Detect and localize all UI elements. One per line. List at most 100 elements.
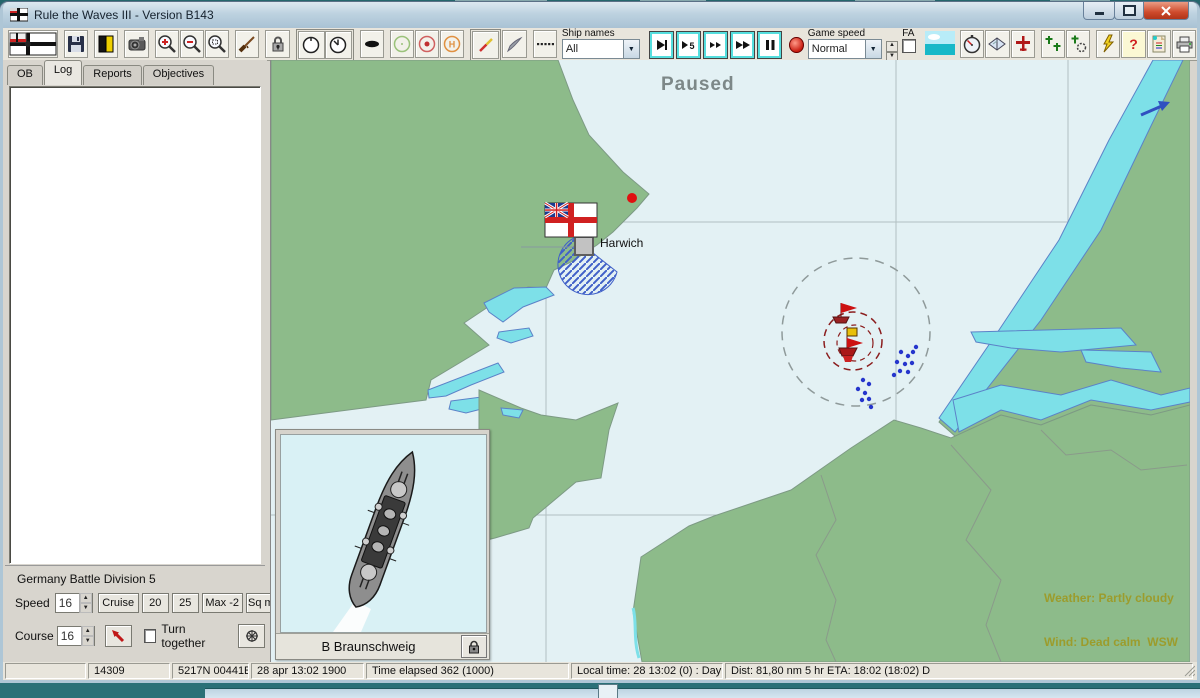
map-book-button[interactable] [985, 30, 1009, 58]
course-arrow-icon [109, 627, 127, 645]
tab-ob[interactable]: OB [7, 65, 43, 85]
background-window-fragment [598, 684, 618, 698]
close-icon [1161, 6, 1171, 16]
ship-inset-view[interactable] [280, 434, 487, 633]
weather-horizon-button[interactable] [925, 31, 955, 60]
red-contact-dot[interactable] [627, 193, 637, 203]
turn-together-label: Turn together [161, 622, 225, 650]
status-cell-date: 28 apr 13:02 1900 [251, 663, 364, 679]
speed-20-button[interactable]: 20 [142, 593, 169, 613]
paused-indicator: Paused [661, 74, 735, 96]
app-window: Rule the Waves III - Version B143 [0, 2, 1200, 683]
plane-gear-button[interactable] [1066, 30, 1090, 58]
camera-button[interactable] [124, 30, 148, 58]
quill-button[interactable] [502, 30, 526, 58]
maximize-icon [1123, 5, 1136, 16]
dots-button[interactable] [533, 30, 557, 58]
lock-icon [468, 640, 480, 654]
game-speed-value: Normal [809, 43, 865, 55]
game-speed-label: Game speed [808, 28, 882, 39]
help-button[interactable]: ? [1121, 30, 1145, 58]
spin-up-icon[interactable]: ▲ [80, 593, 92, 603]
tab-objectives[interactable]: Objectives [143, 65, 214, 85]
plane-red-button[interactable] [1011, 30, 1035, 58]
spin-down-icon[interactable]: ▼ [80, 603, 92, 613]
signal-flag-button[interactable] [94, 30, 118, 58]
padlock-button[interactable] [265, 30, 289, 58]
splash-line-button[interactable] [472, 31, 499, 59]
turn-together-checkbox[interactable] [144, 629, 157, 643]
clock-button-group [296, 29, 354, 61]
set-course-button[interactable] [105, 625, 132, 647]
camera-lock-button[interactable] [461, 635, 487, 658]
ship-inset-bar: B Braunschweig [276, 633, 489, 659]
port-marker-harwich[interactable] [575, 237, 593, 255]
log-list[interactable] [9, 86, 261, 564]
formation-wheel-button[interactable] [238, 624, 265, 648]
union-jack-canton [545, 203, 568, 217]
ship-names-select[interactable]: All ▼ [562, 39, 640, 59]
speed-label: Speed [15, 596, 50, 610]
speed-led-icon [789, 37, 803, 53]
speed-cruise-button[interactable]: Cruise [98, 593, 139, 613]
speed-stepper[interactable]: 16 ▲▼ [55, 593, 93, 613]
clock-hands-button[interactable] [325, 31, 352, 59]
play-5-button[interactable]: 5 [676, 31, 701, 59]
step-button[interactable] [649, 31, 674, 59]
ship-names-label: Ship names [562, 28, 640, 39]
planes-green-button[interactable] [1041, 30, 1065, 58]
fa-control: FA [902, 28, 916, 53]
play-faster-button[interactable] [730, 31, 755, 59]
zoom-in-button[interactable] [155, 30, 179, 58]
stopwatch-button[interactable] [960, 30, 984, 58]
status-cell-distance: Dist: 81,80 nm 5 hr ETA: 18:02 (18:02) D [725, 663, 1193, 679]
lightning-button[interactable] [1096, 30, 1120, 58]
british-ensign-flag[interactable] [545, 203, 597, 237]
contact-hold-button[interactable]: H [440, 30, 464, 58]
background-window-strip [0, 683, 1200, 698]
splash-button-frame [470, 29, 501, 61]
status-cell-empty [5, 663, 86, 679]
play5-glyph: 5 [690, 41, 695, 51]
spin-down-icon[interactable]: ▼ [82, 636, 94, 646]
game-speed-select[interactable]: Normal ▼ [808, 39, 882, 59]
tab-log[interactable]: Log [44, 60, 82, 85]
zoom-area-button[interactable] [205, 30, 229, 58]
status-cell-id: 14309 [88, 663, 170, 679]
course-stepper[interactable]: 16 ▲▼ [57, 626, 95, 646]
chevron-down-icon[interactable]: ▼ [865, 40, 881, 58]
maximize-button[interactable] [1114, 2, 1144, 20]
speed-25-button[interactable]: 25 [172, 593, 199, 613]
background-window-edge [205, 688, 1200, 698]
weather-report: Weather: Partly cloudy Wind: Dead calm W… [1024, 565, 1190, 662]
course-label: Course [15, 629, 54, 643]
play-fast-button[interactable] [703, 31, 728, 59]
zoom-out-button[interactable] [180, 30, 204, 58]
resize-grip[interactable] [1183, 663, 1195, 677]
ship-inset-panel: B Braunschweig [275, 429, 490, 660]
spin-up-icon[interactable]: ▲ [886, 41, 898, 52]
save-button[interactable] [64, 30, 88, 58]
fa-checkbox[interactable] [902, 39, 916, 53]
minimize-button[interactable] [1083, 2, 1115, 20]
wind-line: Wind: Dead calm WSW [1044, 635, 1178, 649]
title-bar[interactable]: Rule the Waves III - Version B143 [3, 2, 1197, 28]
pause-button[interactable] [757, 31, 782, 59]
ship-names-value: All [563, 43, 623, 55]
gun-button[interactable] [235, 30, 259, 58]
printer-button[interactable] [1172, 30, 1196, 58]
speed-max2-button[interactable]: Max -2 [202, 593, 243, 613]
hold-glyph: H [449, 40, 456, 50]
close-button[interactable] [1143, 2, 1189, 20]
german-ensign-button[interactable] [8, 30, 58, 58]
spin-up-icon[interactable]: ▲ [82, 626, 94, 636]
chevron-down-icon[interactable]: ▼ [623, 40, 639, 58]
dash-button[interactable] [360, 30, 384, 58]
clock-button[interactable] [298, 31, 325, 59]
tab-reports[interactable]: Reports [83, 65, 142, 85]
contact-red-button[interactable] [415, 30, 439, 58]
contact-green-button[interactable] [390, 30, 414, 58]
status-cell-elapsed: Time elapsed 362 (1000) [366, 663, 569, 679]
selected-ship-name: B Braunschweig [276, 639, 461, 654]
scroll-button[interactable] [1147, 30, 1171, 58]
